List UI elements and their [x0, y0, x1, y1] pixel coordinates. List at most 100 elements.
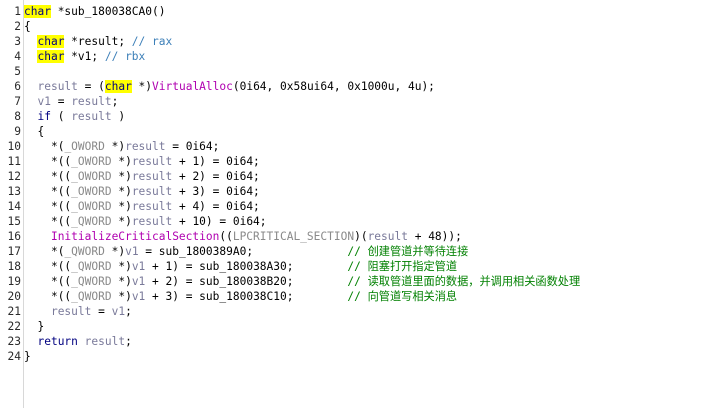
variable[interactable]: result [132, 215, 172, 228]
function-signature[interactable]: *sub_180038CA0() [51, 5, 166, 18]
code-line-5[interactable] [24, 64, 718, 79]
line-number: 4 [14, 50, 21, 63]
operator: = [50, 95, 72, 108]
type-name[interactable]: _OWORD [71, 155, 111, 168]
type-name[interactable]: _QWORD [71, 290, 111, 303]
code-line-18[interactable]: *((_QWORD *)v1 + 1) = sub_180038A30; // … [24, 259, 718, 274]
variable[interactable]: result [132, 200, 172, 213]
expression[interactable]: + 3) = sub_180038C10; [145, 290, 293, 303]
pseudocode-view[interactable]: 1 2 3 4 5 6 7 8 9 10 11 12 13 14 15 16 1… [0, 0, 718, 408]
keyword[interactable]: char [37, 50, 65, 63]
comment: // rbx [104, 50, 146, 63]
code-area[interactable]: char *sub_180038CA0() { char *result; //… [24, 4, 718, 364]
code-line-12[interactable]: *((_OWORD *)result + 2) = 0i64; [24, 169, 718, 184]
line-number: 9 [14, 125, 21, 138]
declaration[interactable]: *result; [64, 35, 131, 48]
variable[interactable]: v1 [132, 290, 145, 303]
variable[interactable]: v1 [132, 275, 145, 288]
code-line-10[interactable]: *(_OWORD *)result = 0i64; [24, 139, 718, 154]
line-number: 11 [7, 155, 21, 168]
declaration[interactable]: *v1; [64, 50, 104, 63]
variable[interactable]: result [71, 95, 111, 108]
type-name[interactable]: _QWORD [71, 215, 111, 228]
type-name[interactable]: _OWORD [71, 170, 111, 183]
expression[interactable]: + 2) = sub_180038B20; [145, 275, 293, 288]
punct: *(( [50, 290, 72, 303]
code-line-17[interactable]: *(_QWORD *)v1 = sub_1800389A0; // 创建管道并等… [24, 244, 718, 259]
punct: *) [111, 185, 132, 198]
semicolon: ; [125, 305, 132, 318]
brace: { [37, 125, 45, 138]
code-line-22[interactable]: } [24, 319, 718, 334]
variable[interactable]: result [71, 110, 111, 123]
type-name[interactable]: _QWORD [71, 260, 111, 273]
code-line-1[interactable]: char *sub_180038CA0() [24, 4, 718, 19]
line-number: 10 [7, 140, 21, 153]
expression: + 3) = 0i64; [172, 185, 260, 198]
code-line-15[interactable]: *((_QWORD *)result + 10) = 0i64; [24, 214, 718, 229]
expression[interactable]: = sub_1800389A0; [139, 245, 253, 258]
code-line-21[interactable]: result = v1; [24, 304, 718, 319]
code-line-24[interactable]: } [24, 349, 718, 364]
code-line-14[interactable]: *((_OWORD *)result + 4) = 0i64; [24, 199, 718, 214]
code-line-4[interactable]: char *v1; // rbx [24, 49, 718, 64]
type-name[interactable]: _OWORD [64, 140, 104, 153]
variable[interactable]: v1 [125, 245, 138, 258]
variable[interactable]: result [85, 335, 125, 348]
keyword[interactable]: if [37, 110, 50, 123]
keyword[interactable]: char [24, 5, 51, 18]
code-line-19[interactable]: *((_QWORD *)v1 + 2) = sub_180038B20; // … [24, 274, 718, 289]
line-number: 21 [7, 305, 21, 318]
line-number: 18 [7, 260, 21, 273]
punct: *(( [50, 260, 72, 273]
keyword[interactable]: return [37, 335, 77, 348]
code-line-20[interactable]: *((_QWORD *)v1 + 3) = sub_180038C10; // … [24, 289, 718, 304]
code-line-11[interactable]: *((_OWORD *)result + 1) = 0i64; [24, 154, 718, 169]
line-number: 6 [14, 80, 21, 93]
variable[interactable]: v1 [37, 95, 50, 108]
type-name[interactable]: _OWORD [71, 200, 111, 213]
type-name[interactable]: _QWORD [71, 275, 111, 288]
variable[interactable]: result [37, 80, 77, 93]
padding [253, 245, 347, 258]
type-name[interactable]: _OWORD [71, 185, 111, 198]
variable[interactable]: v1 [112, 305, 125, 318]
line-number: 3 [14, 35, 21, 48]
padding [293, 260, 347, 273]
keyword[interactable]: char [37, 35, 65, 48]
expression[interactable]: + 1) = sub_180038A30; [145, 260, 293, 273]
code-line-7[interactable]: v1 = result; [24, 94, 718, 109]
punct: *) [111, 290, 132, 303]
keyword[interactable]: char [104, 80, 132, 93]
function-name[interactable]: InitializeCriticalSection [51, 230, 219, 243]
variable[interactable]: v1 [132, 260, 145, 273]
code-line-6[interactable]: result = (char *)VirtualAlloc(0i64, 0x58… [24, 79, 718, 94]
expression: + 4) = 0i64; [172, 200, 260, 213]
type-name[interactable]: LPCRITICAL_SECTION [233, 230, 354, 243]
variable[interactable]: result [125, 140, 165, 153]
variable[interactable]: result [368, 230, 408, 243]
semicolon: ; [125, 335, 132, 348]
line-number: 12 [7, 170, 21, 183]
punct: *) [111, 215, 132, 228]
code-line-23[interactable]: return result; [24, 334, 718, 349]
code-line-3[interactable]: char *result; // rax [24, 34, 718, 49]
code-line-2[interactable]: { [24, 19, 718, 34]
type-name[interactable]: _QWORD [64, 245, 104, 258]
comment: // 读取管道里面的数据，并调用相关函数处理 [347, 275, 581, 288]
code-line-8[interactable]: if ( result ) [24, 109, 718, 124]
code-line-9[interactable]: { [24, 124, 718, 139]
line-number: 14 [7, 200, 21, 213]
punct: *(( [50, 275, 72, 288]
brace: } [24, 350, 31, 363]
code-line-16[interactable]: InitializeCriticalSection((LPCRITICAL_SE… [24, 229, 718, 244]
punct: *) [111, 275, 132, 288]
variable[interactable]: result [132, 155, 172, 168]
function-name[interactable]: VirtualAlloc [152, 80, 233, 93]
variable[interactable]: result [132, 170, 172, 183]
variable[interactable]: result [51, 305, 91, 318]
code-line-13[interactable]: *((_OWORD *)result + 3) = 0i64; [24, 184, 718, 199]
operator: = ( [77, 80, 105, 93]
variable[interactable]: result [132, 185, 172, 198]
line-number: 23 [7, 335, 21, 348]
